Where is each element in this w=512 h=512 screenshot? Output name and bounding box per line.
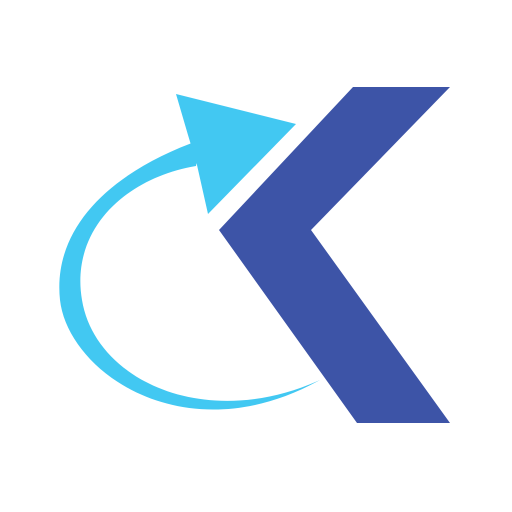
logo [0,0,512,512]
logo-canvas [0,0,512,512]
